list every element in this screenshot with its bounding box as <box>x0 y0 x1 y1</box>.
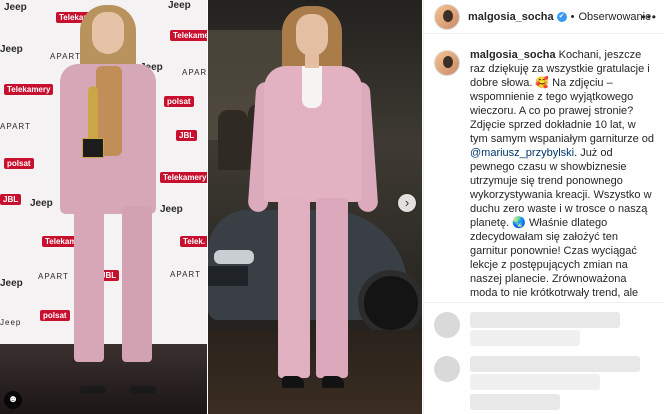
backdrop-logo: Jeep <box>30 198 53 209</box>
backdrop-logo: APART <box>50 52 81 61</box>
blurred-avatar <box>434 312 460 338</box>
person-shoe <box>80 386 106 394</box>
backdrop-logo: APART <box>170 270 201 279</box>
backdrop-logo-telekamery: Telek. <box>180 236 207 247</box>
blurred-comment <box>470 374 600 390</box>
following-button[interactable]: Obserwowanie <box>578 11 651 23</box>
username-link[interactable]: malgosia_socha <box>468 11 554 23</box>
backdrop-logo: Jeep <box>0 44 23 55</box>
person-leg <box>122 206 152 362</box>
background-person <box>218 110 248 170</box>
backdrop-logo: APART <box>38 272 69 281</box>
backdrop-logo: APART <box>182 68 207 77</box>
backdrop-logo-telekamery: Telekamery <box>160 172 207 183</box>
caption-text: Kochani, jeszcze raz dziękuję za wszystk… <box>470 49 655 145</box>
blurred-comment <box>470 330 580 346</box>
separator-dot: • <box>570 10 575 23</box>
backdrop-logo-polsat: polsat <box>40 310 70 321</box>
floor <box>208 330 422 414</box>
person-leg <box>74 206 104 362</box>
carousel-next-button[interactable]: › <box>398 194 416 212</box>
person-face <box>296 14 328 56</box>
caption-text: . Już od pewnego czasu w showbiznesie ut… <box>470 147 652 299</box>
backdrop-logo-telekamery: Telekamery <box>170 30 207 41</box>
blurred-comment <box>470 312 620 328</box>
post-header: malgosia_socha ✔ • Obserwowanie ••• <box>424 0 664 34</box>
backdrop-logo-polsat: polsat <box>164 96 194 107</box>
verified-badge-icon: ✔ <box>556 11 567 22</box>
instagram-post-view: Jeep Telekamery Jeep Jeep APART Telekame… <box>0 0 664 414</box>
person-leg <box>278 198 310 378</box>
person-shoe <box>282 376 304 388</box>
post-caption-block: malgosia_socha Kochani, jeszcze raz dzię… <box>424 38 664 300</box>
person-shoe <box>130 386 156 394</box>
avatar[interactable] <box>434 3 460 30</box>
backdrop-logo-telekamery: Telekamery <box>4 84 54 95</box>
blurred-avatar <box>434 356 460 382</box>
blurred-comment <box>470 356 640 372</box>
photo-event-left[interactable]: Jeep Telekamery Jeep Jeep APART Telekame… <box>0 0 207 414</box>
person-leg <box>316 198 348 378</box>
backdrop-logo: Jeep <box>0 278 23 289</box>
caption-mention-link[interactable]: @mariusz_przybylski <box>470 147 574 159</box>
backdrop-logo-jbl: JBL <box>176 130 198 141</box>
backdrop-logo-jbl: JBL <box>0 194 22 205</box>
backdrop-logo-polsat: polsat <box>4 158 34 169</box>
user-tag-icon[interactable]: ☻ <box>4 391 22 409</box>
caption-username-link[interactable]: malgosia_socha <box>470 49 556 61</box>
divider <box>424 302 664 303</box>
blurred-comment <box>470 394 560 410</box>
backdrop-logo: Jeep <box>0 318 22 327</box>
backdrop-logo: APART <box>0 122 31 131</box>
avatar[interactable] <box>434 50 460 76</box>
person-face <box>92 12 124 54</box>
backdrop-logo: Jeep <box>4 2 27 13</box>
person-white-top <box>302 66 322 108</box>
post-caption: malgosia_socha Kochani, jeszcze raz dzię… <box>470 48 655 300</box>
person-shoe <box>322 376 344 388</box>
post-sidebar: malgosia_socha ✔ • Obserwowanie ••• malg… <box>423 0 664 414</box>
photo-archive-right[interactable] <box>208 0 422 414</box>
backdrop-logo: Jeep <box>160 204 183 215</box>
trophy-icon <box>82 86 104 166</box>
more-options-icon[interactable]: ••• <box>641 10 657 24</box>
person-neck <box>305 54 319 68</box>
backdrop-logo: Jeep <box>168 0 191 11</box>
